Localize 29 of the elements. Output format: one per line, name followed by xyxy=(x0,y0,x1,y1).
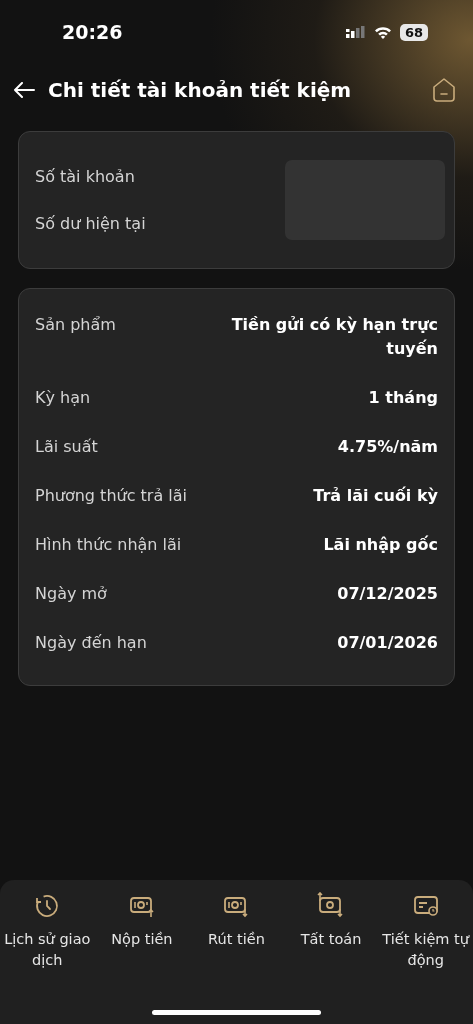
action-button[interactable]: Nộp tiền xyxy=(94,892,190,950)
page-title: Chi tiết tài khoản tiết kiệm xyxy=(48,78,353,102)
cash-arrows-icon xyxy=(317,892,346,920)
field-label: Sản phẩm xyxy=(35,315,116,334)
status-time: 20:26 xyxy=(62,21,123,43)
wifi-icon xyxy=(373,25,392,39)
action-button[interactable]: Tất toán xyxy=(283,892,379,950)
field-label: Số dư hiện tại xyxy=(35,214,146,233)
action-button[interactable]: Rút tiền xyxy=(189,892,284,950)
field-value: Trả lãi cuối kỳ xyxy=(313,485,438,507)
signal-icon xyxy=(345,26,366,38)
battery-indicator: 68 xyxy=(399,23,428,41)
field-label: Hình thức nhận lãi xyxy=(35,535,182,554)
field-value: 07/12/2025 xyxy=(337,583,438,605)
field-label: Ngày đến hạn xyxy=(35,633,147,652)
field-value: 07/01/2026 xyxy=(337,632,438,654)
field-value: Lãi nhập gốc xyxy=(323,534,438,556)
field-value: 4.75%/năm xyxy=(337,436,438,458)
back-arrow-icon[interactable] xyxy=(13,82,35,98)
field-value: Tiền gửi có kỳ hạn trực tuyến xyxy=(230,314,438,360)
field-label: Lãi suất xyxy=(35,437,98,456)
action-button[interactable]: Lịch sử giao dịch xyxy=(0,892,95,971)
field-value: 1 tháng xyxy=(368,387,438,409)
home-icon[interactable] xyxy=(431,77,457,103)
field-label: Kỳ hạn xyxy=(35,388,91,407)
field-label: Ngày mở xyxy=(35,584,107,603)
field-label: Phương thức trả lãi xyxy=(35,486,187,505)
field-label: Số tài khoản xyxy=(35,167,136,186)
action-button[interactable]: Tiết kiệm tự động xyxy=(378,892,473,971)
